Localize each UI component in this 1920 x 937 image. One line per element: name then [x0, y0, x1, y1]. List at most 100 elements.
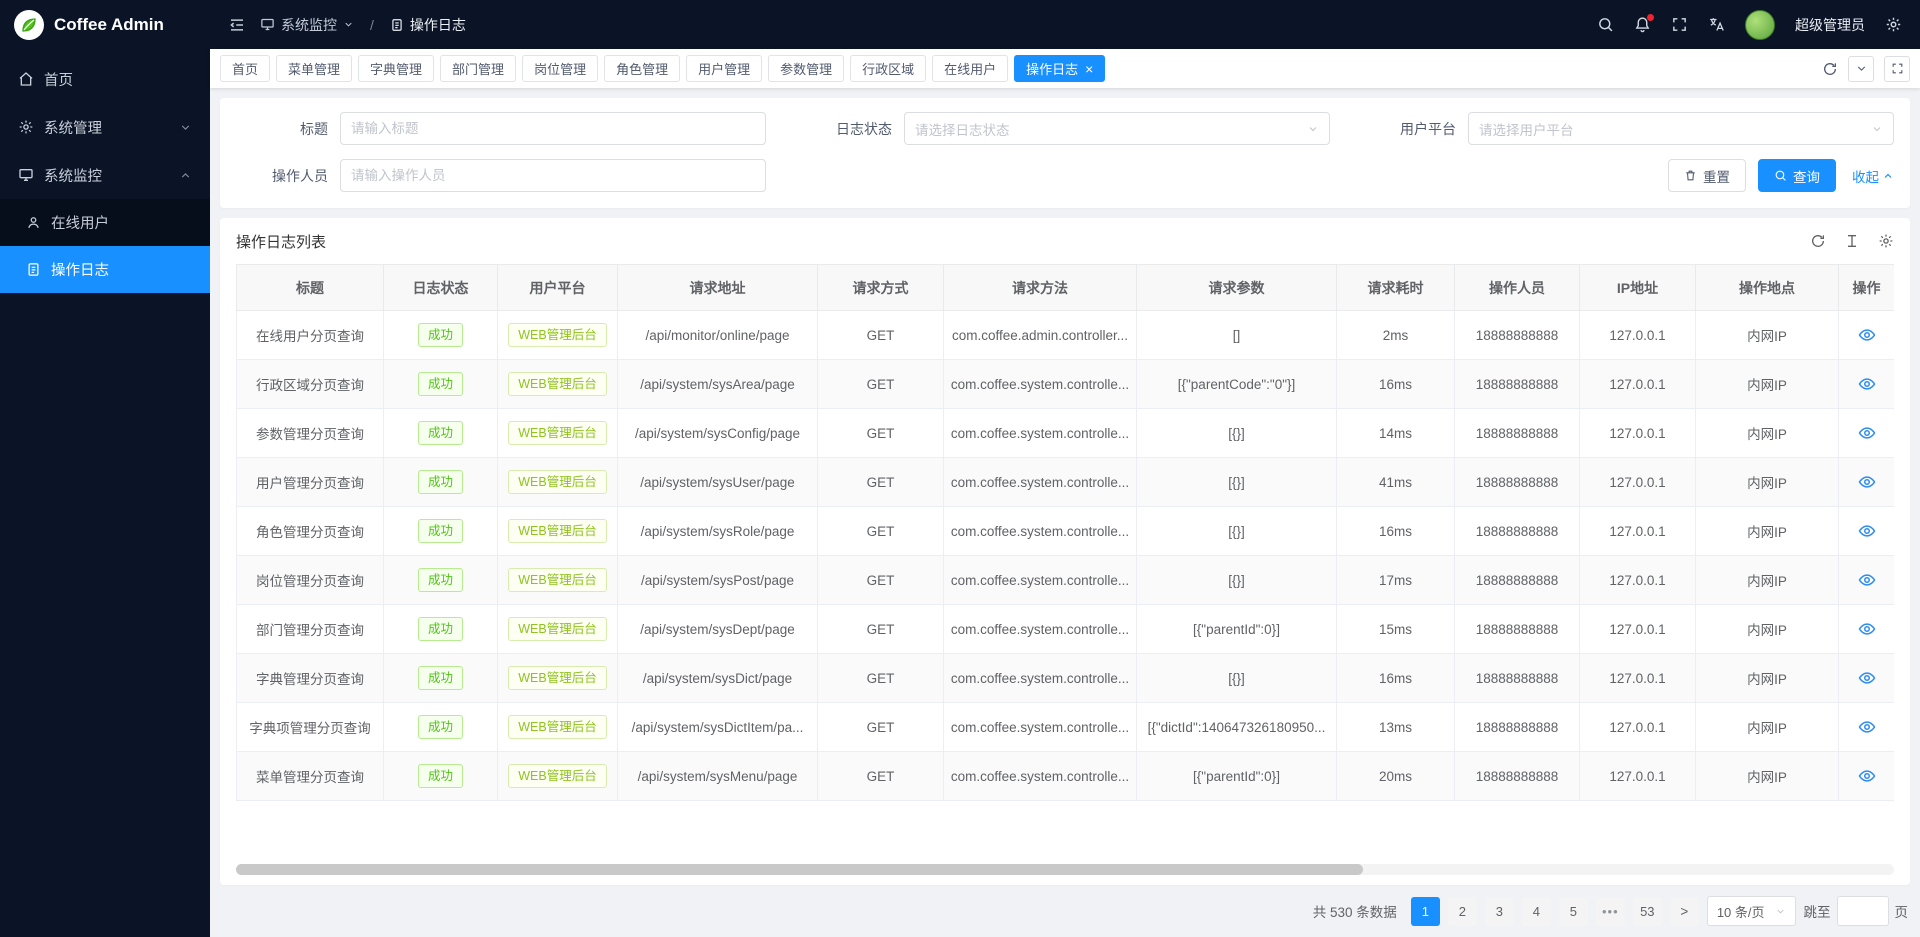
view-detail-eye-icon[interactable] — [1858, 767, 1876, 785]
column-settings-gear-icon[interactable] — [1878, 233, 1894, 249]
page-button-5[interactable]: 5 — [1559, 897, 1588, 926]
view-detail-eye-icon[interactable] — [1858, 620, 1876, 638]
sidebar-item-system-monitor[interactable]: 系统监控 — [0, 151, 210, 199]
operator-input-field[interactable] — [351, 168, 755, 183]
content-fullscreen-icon[interactable] — [1884, 56, 1910, 82]
collapse-link[interactable]: 收起 — [1852, 166, 1894, 186]
app-logo[interactable]: Coffee Admin — [0, 0, 210, 49]
cell: /api/system/sysDict/page — [618, 654, 818, 703]
cell: 18888888888 — [1455, 703, 1580, 752]
page-size-label: 10 条/页 — [1717, 902, 1765, 921]
title-input[interactable] — [340, 112, 766, 145]
table-row: 菜单管理分页查询成功WEB管理后台/api/system/sysMenu/pag… — [237, 752, 1895, 801]
page-button-4[interactable]: 4 — [1522, 897, 1551, 926]
tab-label: 参数管理 — [780, 59, 832, 78]
jump-page-input[interactable] — [1837, 896, 1889, 926]
page-button-2[interactable]: 2 — [1448, 897, 1477, 926]
translate-icon[interactable] — [1708, 16, 1725, 33]
search-icon[interactable] — [1597, 16, 1614, 33]
cell: 14ms — [1337, 409, 1455, 458]
tab-label: 岗位管理 — [534, 59, 586, 78]
tab-item[interactable]: 行政区域 — [850, 55, 926, 82]
cell-status: 成功 — [384, 507, 498, 556]
view-detail-eye-icon[interactable] — [1858, 375, 1876, 393]
cell: 18888888888 — [1455, 605, 1580, 654]
cell: 15ms — [1337, 605, 1455, 654]
tabs-menu-chevron-icon[interactable] — [1848, 56, 1874, 82]
tab-item[interactable]: 参数管理 — [768, 55, 844, 82]
filter-field-operator: 操作人员 — [236, 159, 766, 192]
cell: com.coffee.system.controlle... — [944, 556, 1137, 605]
cell-platform: WEB管理后台 — [498, 360, 618, 409]
cell-platform: WEB管理后台 — [498, 654, 618, 703]
cell: /api/monitor/online/page — [618, 311, 818, 360]
cell: [{}] — [1137, 458, 1337, 507]
cell: [] — [1137, 311, 1337, 360]
tabs-bar: 首页菜单管理字典管理部门管理岗位管理角色管理用户管理参数管理行政区域在线用户操作… — [210, 49, 1920, 88]
cell-actions — [1839, 752, 1895, 801]
reset-button[interactable]: 重置 — [1668, 159, 1746, 192]
table-refresh-icon[interactable] — [1810, 233, 1826, 249]
title-input-field[interactable] — [351, 121, 755, 136]
cell-platform: WEB管理后台 — [498, 311, 618, 360]
sidebar-item-op-logs[interactable]: 操作日志 — [0, 246, 210, 293]
tab-item[interactable]: 部门管理 — [440, 55, 516, 82]
sidebar-collapse-icon[interactable] — [228, 16, 246, 34]
operator-input[interactable] — [340, 159, 766, 192]
fullscreen-icon[interactable] — [1671, 16, 1688, 33]
tab-item[interactable]: 菜单管理 — [276, 55, 352, 82]
sidebar-item-label: 首页 — [44, 69, 73, 90]
page-button-1[interactable]: 1 — [1411, 897, 1440, 926]
sidebar-item-system-mgmt[interactable]: 系统管理 — [0, 103, 210, 151]
platform-select[interactable]: 请选择用户平台 — [1468, 112, 1894, 145]
view-detail-eye-icon[interactable] — [1858, 473, 1876, 491]
user-avatar[interactable] — [1745, 10, 1775, 40]
notification-badge-dot — [1647, 14, 1654, 21]
cell: GET — [818, 507, 944, 556]
cell: GET — [818, 605, 944, 654]
tab-item[interactable]: 角色管理 — [604, 55, 680, 82]
tab-item[interactable]: 岗位管理 — [522, 55, 598, 82]
row-height-icon[interactable] — [1844, 233, 1860, 249]
horizontal-scrollbar-thumb[interactable] — [236, 864, 1363, 875]
page-size-select[interactable]: 10 条/页 — [1707, 896, 1796, 926]
cell: /api/system/sysRole/page — [618, 507, 818, 556]
settings-gear-icon[interactable] — [1885, 16, 1902, 33]
cell: 127.0.0.1 — [1580, 654, 1696, 703]
search-icon — [1774, 169, 1787, 182]
column-header: 请求方法 — [944, 265, 1137, 311]
horizontal-scrollbar-track — [236, 864, 1894, 875]
page-button-53[interactable]: 53 — [1633, 897, 1662, 926]
view-detail-eye-icon[interactable] — [1858, 571, 1876, 589]
tab-item[interactable]: 用户管理 — [686, 55, 762, 82]
page-button-3[interactable]: 3 — [1485, 897, 1514, 926]
view-detail-eye-icon[interactable] — [1858, 522, 1876, 540]
tabs-refresh-icon[interactable] — [1822, 61, 1838, 77]
breadcrumb-parent[interactable]: 系统监控 — [260, 15, 354, 35]
pagination-next-button[interactable]: > — [1670, 897, 1699, 926]
main-area: 系统监控 / 操作日志 — [210, 0, 1920, 937]
tab-item[interactable]: 在线用户 — [932, 55, 1008, 82]
notification-bell-icon[interactable] — [1634, 16, 1651, 33]
cell: com.coffee.system.controlle... — [944, 409, 1137, 458]
column-header: 请求参数 — [1137, 265, 1337, 311]
tab-item[interactable]: 首页 — [220, 55, 270, 82]
view-detail-eye-icon[interactable] — [1858, 718, 1876, 736]
cell: 内网IP — [1696, 360, 1839, 409]
view-detail-eye-icon[interactable] — [1858, 669, 1876, 687]
search-button[interactable]: 查询 — [1758, 159, 1836, 192]
tab-item[interactable]: 字典管理 — [358, 55, 434, 82]
view-detail-eye-icon[interactable] — [1858, 424, 1876, 442]
view-detail-eye-icon[interactable] — [1858, 326, 1876, 344]
cell: 行政区域分页查询 — [237, 360, 384, 409]
sidebar-item-online-users[interactable]: 在线用户 — [0, 199, 210, 246]
cell: 41ms — [1337, 458, 1455, 507]
platform-badge: WEB管理后台 — [508, 666, 606, 691]
chevron-down-icon — [179, 121, 192, 134]
tab-close-icon[interactable]: × — [1085, 62, 1093, 76]
pagination-ellipsis: ••• — [1596, 897, 1625, 926]
status-select[interactable]: 请选择日志状态 — [904, 112, 1330, 145]
cell-actions — [1839, 605, 1895, 654]
tab-item[interactable]: 操作日志× — [1014, 55, 1105, 82]
sidebar-item-home[interactable]: 首页 — [0, 55, 210, 103]
